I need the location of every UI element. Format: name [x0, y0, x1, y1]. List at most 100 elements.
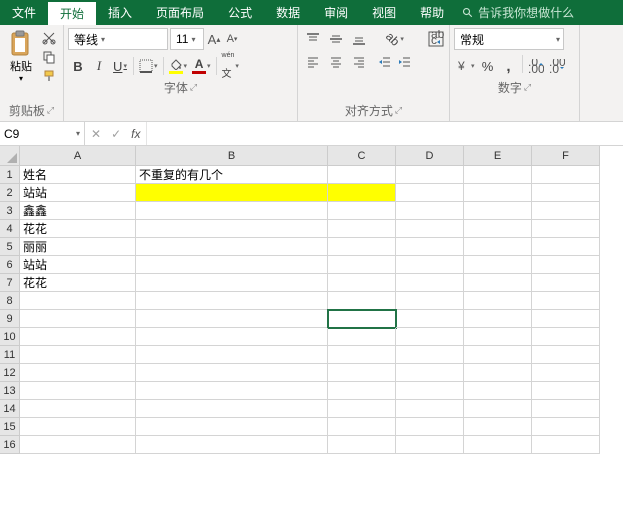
- cell-F2[interactable]: [532, 184, 600, 202]
- wrap-text-button[interactable]: abc: [423, 28, 449, 100]
- row-header-16[interactable]: 16: [0, 436, 20, 454]
- menu-file[interactable]: 文件: [0, 0, 48, 25]
- cell-D9[interactable]: [396, 310, 464, 328]
- number-format-combo[interactable]: 常规▾: [454, 28, 564, 50]
- percent-button[interactable]: %: [478, 55, 498, 77]
- row-header-11[interactable]: 11: [0, 346, 20, 364]
- cell-F12[interactable]: [532, 364, 600, 382]
- cell-A10[interactable]: [20, 328, 136, 346]
- cell-D11[interactable]: [396, 346, 464, 364]
- font-size-combo[interactable]: 11▾: [170, 28, 204, 50]
- decrease-decimal-button[interactable]: .00.0: [547, 55, 567, 77]
- cell-F16[interactable]: [532, 436, 600, 454]
- cell-E8[interactable]: [464, 292, 532, 310]
- cell-B12[interactable]: [136, 364, 328, 382]
- increase-font-button[interactable]: A▴: [206, 28, 222, 50]
- cell-F11[interactable]: [532, 346, 600, 364]
- row-header-3[interactable]: 3: [0, 202, 20, 220]
- cell-D4[interactable]: [396, 220, 464, 238]
- comma-button[interactable]: ,: [499, 55, 519, 77]
- cell-D16[interactable]: [396, 436, 464, 454]
- cell-F14[interactable]: [532, 400, 600, 418]
- cell-A5[interactable]: 丽丽: [20, 238, 136, 256]
- cell-C16[interactable]: [328, 436, 396, 454]
- cell-C12[interactable]: [328, 364, 396, 382]
- cell-B2[interactable]: [136, 184, 328, 202]
- select-all-corner[interactable]: [0, 146, 20, 166]
- cut-button[interactable]: [40, 30, 58, 46]
- row-header-14[interactable]: 14: [0, 400, 20, 418]
- cell-B15[interactable]: [136, 418, 328, 436]
- cell-A12[interactable]: [20, 364, 136, 382]
- align-left-button[interactable]: [302, 51, 324, 73]
- cell-E1[interactable]: [464, 166, 532, 184]
- col-header-D[interactable]: D: [396, 146, 464, 166]
- cell-D5[interactable]: [396, 238, 464, 256]
- decrease-indent-button[interactable]: [375, 51, 395, 73]
- cell-E15[interactable]: [464, 418, 532, 436]
- enter-formula-button[interactable]: ✓: [111, 127, 121, 141]
- cell-B1[interactable]: 不重复的有几个: [136, 166, 328, 184]
- cell-D15[interactable]: [396, 418, 464, 436]
- font-name-combo[interactable]: 等线▾: [68, 28, 168, 50]
- cell-A2[interactable]: 站站: [20, 184, 136, 202]
- align-top-button[interactable]: [302, 28, 324, 50]
- row-header-12[interactable]: 12: [0, 364, 20, 382]
- cell-A14[interactable]: [20, 400, 136, 418]
- cell-E7[interactable]: [464, 274, 532, 292]
- cell-C14[interactable]: [328, 400, 396, 418]
- formula-input[interactable]: [147, 122, 623, 145]
- col-header-F[interactable]: F: [532, 146, 600, 166]
- cell-A8[interactable]: [20, 292, 136, 310]
- row-header-8[interactable]: 8: [0, 292, 20, 310]
- align-middle-button[interactable]: [325, 28, 347, 50]
- cell-D1[interactable]: [396, 166, 464, 184]
- cell-B5[interactable]: [136, 238, 328, 256]
- border-button[interactable]: ▾: [137, 55, 160, 77]
- cell-F3[interactable]: [532, 202, 600, 220]
- cell-F8[interactable]: [532, 292, 600, 310]
- font-launcher[interactable]: ⤢: [190, 82, 197, 93]
- cell-C6[interactable]: [328, 256, 396, 274]
- cell-C8[interactable]: [328, 292, 396, 310]
- cell-E5[interactable]: [464, 238, 532, 256]
- cell-A1[interactable]: 姓名: [20, 166, 136, 184]
- cell-F6[interactable]: [532, 256, 600, 274]
- row-header-1[interactable]: 1: [0, 166, 20, 184]
- cell-E2[interactable]: [464, 184, 532, 202]
- name-box[interactable]: C9▾: [0, 122, 85, 145]
- cell-C5[interactable]: [328, 238, 396, 256]
- cell-B16[interactable]: [136, 436, 328, 454]
- cell-B3[interactable]: [136, 202, 328, 220]
- cell-A13[interactable]: [20, 382, 136, 400]
- menu-help[interactable]: 帮助: [408, 0, 456, 25]
- cell-D14[interactable]: [396, 400, 464, 418]
- cell-E9[interactable]: [464, 310, 532, 328]
- cell-A3[interactable]: 鑫鑫: [20, 202, 136, 220]
- cell-C1[interactable]: [328, 166, 396, 184]
- cell-A15[interactable]: [20, 418, 136, 436]
- cell-D3[interactable]: [396, 202, 464, 220]
- font-color-button[interactable]: A▾: [190, 55, 213, 77]
- cell-A9[interactable]: [20, 310, 136, 328]
- cell-C11[interactable]: [328, 346, 396, 364]
- copy-button[interactable]: [40, 49, 58, 65]
- row-header-5[interactable]: 5: [0, 238, 20, 256]
- increase-decimal-button[interactable]: .0.00: [526, 55, 546, 77]
- row-header-9[interactable]: 9: [0, 310, 20, 328]
- cell-D10[interactable]: [396, 328, 464, 346]
- number-launcher[interactable]: ⤢: [524, 82, 531, 93]
- cell-A6[interactable]: 站站: [20, 256, 136, 274]
- row-header-15[interactable]: 15: [0, 418, 20, 436]
- align-center-button[interactable]: [325, 51, 347, 73]
- cell-D13[interactable]: [396, 382, 464, 400]
- cell-C2[interactable]: [328, 184, 396, 202]
- cell-A7[interactable]: 花花: [20, 274, 136, 292]
- cell-D7[interactable]: [396, 274, 464, 292]
- italic-button[interactable]: I: [89, 55, 109, 77]
- cell-F1[interactable]: [532, 166, 600, 184]
- cell-B6[interactable]: [136, 256, 328, 274]
- cell-F7[interactable]: [532, 274, 600, 292]
- col-header-C[interactable]: C: [328, 146, 396, 166]
- cell-C9[interactable]: [328, 310, 396, 328]
